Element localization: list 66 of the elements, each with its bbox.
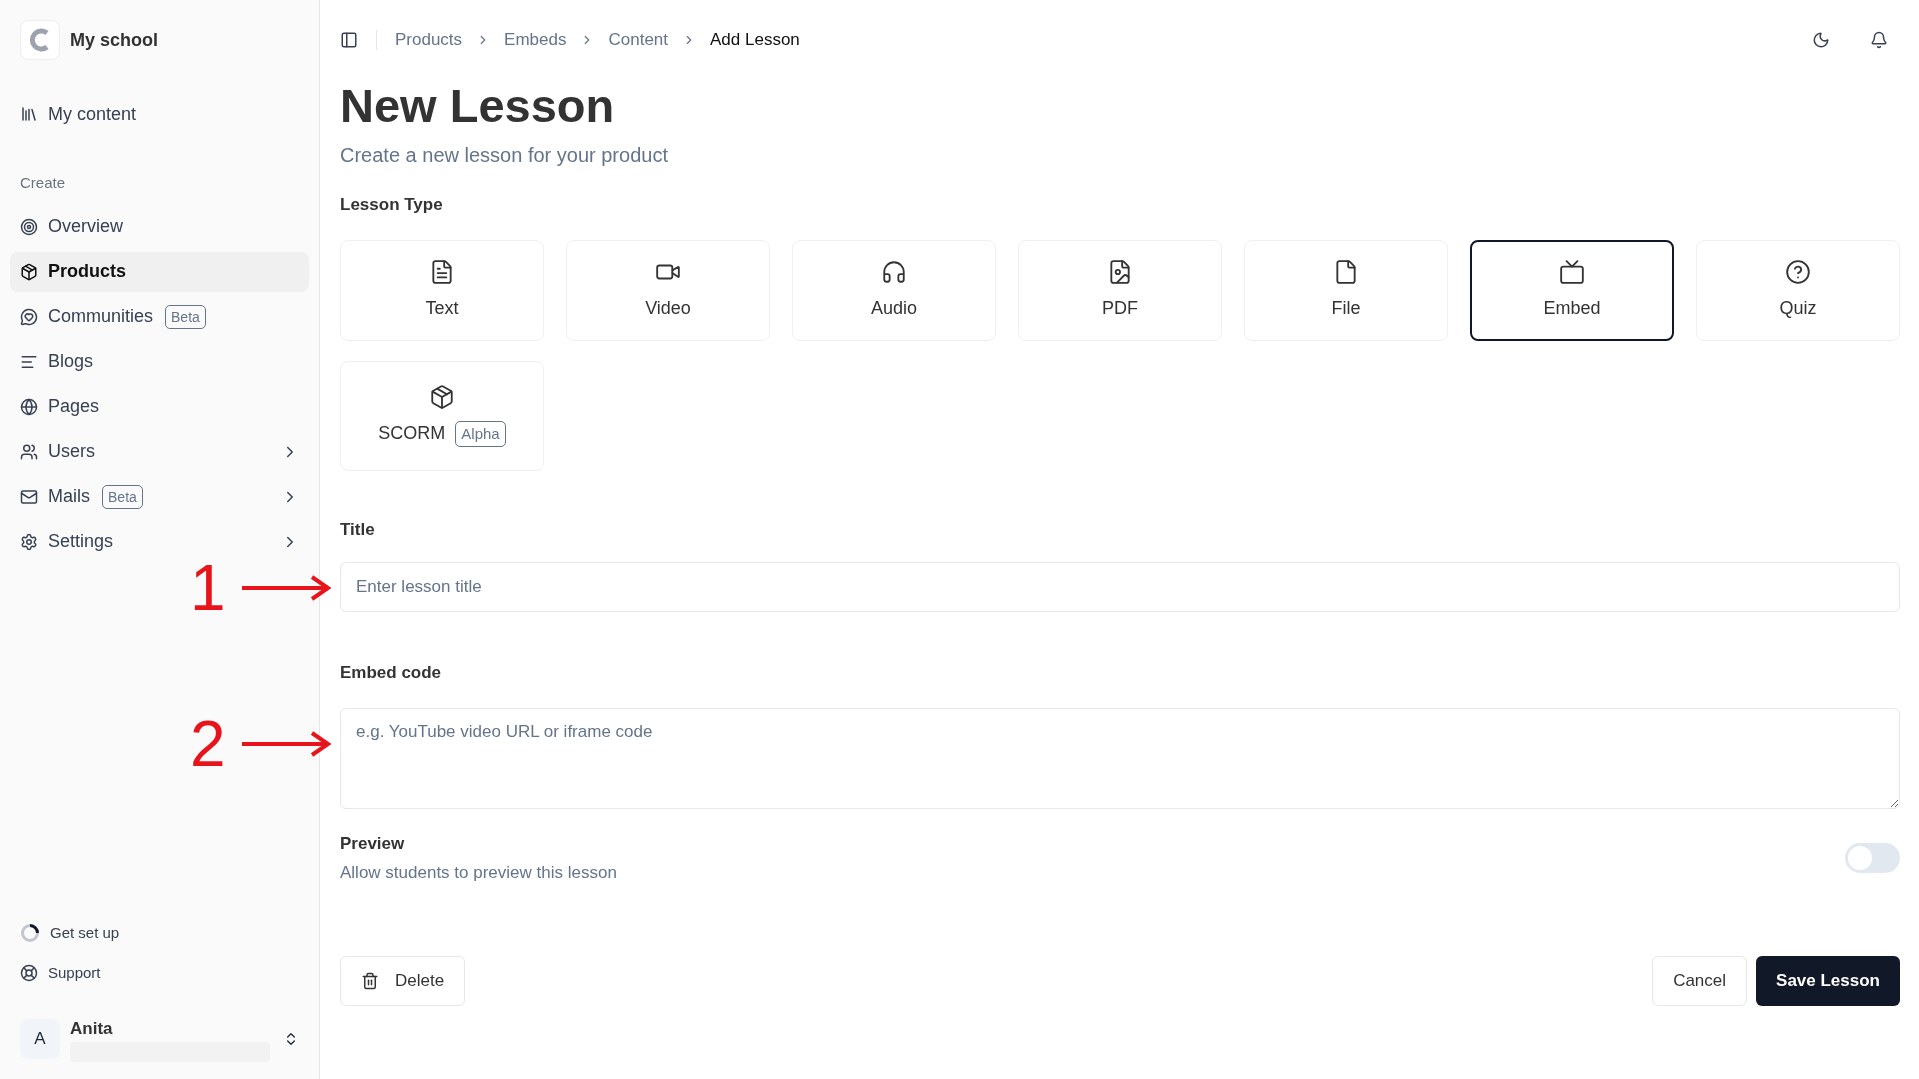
cube-icon <box>20 262 38 281</box>
lesson-type-card[interactable]: Audio <box>792 239 996 341</box>
beta-badge: Beta <box>165 304 206 329</box>
file-icon <box>1333 258 1359 285</box>
tv-icon <box>1559 258 1585 285</box>
lesson-type-card[interactable]: Text <box>340 239 544 341</box>
school-name: My school <box>70 28 158 52</box>
sidebar-item[interactable]: Overview <box>10 206 309 247</box>
lesson-type-card[interactable]: Embed <box>1470 239 1674 341</box>
library-icon <box>20 105 38 123</box>
user-name: Anita <box>70 1018 114 1041</box>
user-menu[interactable]: A Anita <box>10 1017 309 1061</box>
bell-icon[interactable] <box>1870 31 1888 49</box>
users-icon <box>20 442 38 461</box>
field-description: Allow students to preview this lesson <box>340 862 617 884</box>
lesson-type-card[interactable]: Quiz <box>1696 239 1900 341</box>
breadcrumb-link[interactable]: Add Lesson <box>710 27 800 53</box>
field-label: Lesson Type <box>340 194 444 216</box>
lesson-type-card[interactable]: File <box>1244 239 1448 341</box>
delete-button[interactable]: Delete <box>340 955 466 1006</box>
lesson-type-card[interactable]: SCORM Alpha <box>340 360 544 471</box>
lifebuoy-icon <box>20 964 38 982</box>
page-title: New Lesson <box>340 78 616 134</box>
sidebar-item[interactable]: Users <box>10 431 309 472</box>
chat-heart-icon <box>20 307 38 326</box>
breadcrumb-link[interactable]: Content <box>608 27 668 53</box>
sidebar-item[interactable]: Get set up <box>10 917 309 949</box>
mail-icon <box>20 487 38 506</box>
sidebar-toggle-icon[interactable] <box>340 31 358 49</box>
field-label: Embed code <box>340 662 443 684</box>
progress-ring-icon <box>20 923 40 943</box>
breadcrumb-link[interactable]: Products <box>395 27 463 53</box>
school-logo <box>20 20 60 60</box>
sidebar-item[interactable]: Blogs <box>10 341 309 382</box>
question-icon <box>1785 258 1811 285</box>
embed-code-field[interactable]: e.g. YouTube video URL or iframe code <box>340 707 1900 809</box>
sidebar-item[interactable]: Communities Beta <box>10 296 309 337</box>
sidebar-item[interactable]: My content <box>10 94 309 134</box>
alpha-badge: Alpha <box>455 420 506 447</box>
cancel-button[interactable]: Cancel <box>1652 955 1748 1006</box>
breadcrumb-link[interactable]: Embeds <box>504 27 567 53</box>
field-label: Preview <box>340 832 406 855</box>
document-icon <box>429 258 455 285</box>
section-title: Create <box>19 173 67 193</box>
annotation-number: 2 <box>190 712 226 776</box>
sidebar-item[interactable]: Mails Beta <box>10 476 309 517</box>
image-file-icon <box>1107 258 1133 285</box>
sidebar-item[interactable]: Support <box>10 957 309 989</box>
globe-icon <box>20 397 38 416</box>
cube-icon <box>429 384 455 410</box>
title-input-field[interactable]: Enter lesson title <box>340 562 1900 612</box>
field-label: Title <box>340 518 376 541</box>
user-avatar: A <box>20 1019 60 1059</box>
lesson-type-card[interactable]: Video <box>566 239 770 341</box>
headphones-icon <box>881 258 907 285</box>
page-subtitle: Create a new lesson for your product <box>340 143 669 168</box>
trash-icon <box>361 971 379 990</box>
sidebar-item[interactable]: Products <box>10 251 309 292</box>
save-lesson-button[interactable]: Save Lesson <box>1756 955 1900 1006</box>
lesson-type-card[interactable]: PDF <box>1018 239 1222 341</box>
moon-icon[interactable] <box>1812 31 1830 49</box>
settings-icon <box>20 532 38 551</box>
preview-toggle[interactable] <box>1845 843 1900 873</box>
target-icon <box>20 217 38 236</box>
sidebar-item[interactable]: Pages <box>10 386 309 427</box>
beta-badge: Beta <box>102 484 143 509</box>
